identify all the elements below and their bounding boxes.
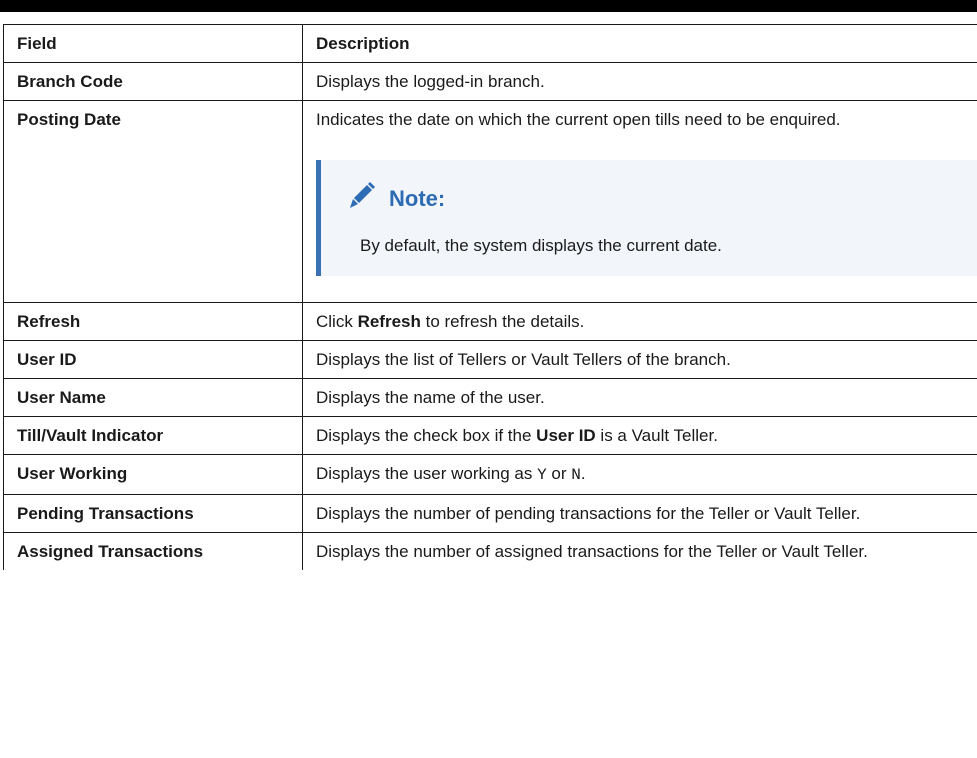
table-row: User Name Displays the name of the user. xyxy=(3,378,977,417)
header-field: Field xyxy=(3,24,303,63)
table-row: Refresh Click Refresh to refresh the det… xyxy=(3,302,977,341)
table-header-row: Field Description xyxy=(3,24,977,63)
table-row: User ID Displays the list of Tellers or … xyxy=(3,340,977,379)
table-row: Posting Date Indicates the date on which… xyxy=(3,100,977,303)
table-row: Assigned Transactions Displays the numbe… xyxy=(3,532,977,570)
table-row: Till/Vault Indicator Displays the check … xyxy=(3,416,977,455)
field-name: User Working xyxy=(3,454,303,495)
ui-term: User ID xyxy=(536,426,596,445)
field-description: Displays the logged-in branch. xyxy=(302,62,977,101)
note-body: By default, the system displays the curr… xyxy=(360,236,722,255)
note-title: Note: xyxy=(389,186,446,211)
table-row: Pending Transactions Displays the number… xyxy=(3,494,977,533)
code-value: N xyxy=(571,466,581,484)
note-callout: Note: By default, the system displays th… xyxy=(316,160,977,276)
table-row: User Working Displays the user working a… xyxy=(3,454,977,495)
field-name: Till/Vault Indicator xyxy=(3,416,303,455)
pencil-icon xyxy=(345,180,377,217)
field-description: Click Refresh to refresh the details. xyxy=(302,302,977,341)
field-name: Refresh xyxy=(3,302,303,341)
field-name: User Name xyxy=(3,378,303,417)
field-name: Posting Date xyxy=(3,100,303,303)
note-header: Note: xyxy=(345,180,962,217)
field-description: Displays the list of Tellers or Vault Te… xyxy=(302,340,977,379)
field-description-table: Field Description Branch Code Displays t… xyxy=(3,24,977,570)
field-description: Displays the check box if the User ID is… xyxy=(302,416,977,455)
field-name: Pending Transactions xyxy=(3,494,303,533)
field-name: User ID xyxy=(3,340,303,379)
header-description: Description xyxy=(302,24,977,63)
field-description: Displays the user working as Y or N. xyxy=(302,454,977,495)
field-description: Displays the number of pending transacti… xyxy=(302,494,977,533)
table-row: Branch Code Displays the logged-in branc… xyxy=(3,62,977,101)
field-name: Assigned Transactions xyxy=(3,532,303,570)
field-description: Indicates the date on which the current … xyxy=(316,110,841,129)
field-name: Branch Code xyxy=(3,62,303,101)
field-description-cell: Indicates the date on which the current … xyxy=(302,100,977,303)
field-description: Displays the name of the user. xyxy=(302,378,977,417)
ui-term: Refresh xyxy=(357,312,421,331)
code-value: Y xyxy=(537,466,547,484)
field-description: Displays the number of assigned transact… xyxy=(302,532,977,570)
top-rule xyxy=(0,0,977,12)
